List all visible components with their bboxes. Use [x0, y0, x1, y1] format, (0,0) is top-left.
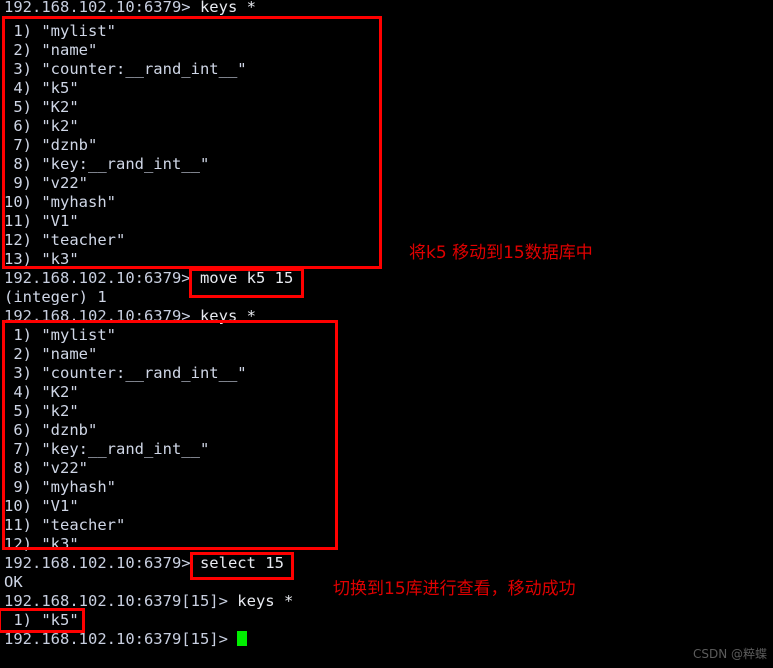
terminal-line: 12) "teacher" [4, 231, 126, 249]
csdn-watermark: CSDN @粹蝶 [692, 647, 767, 661]
terminal-line: 6) "k2" [4, 117, 79, 135]
terminal-line: 11) "teacher" [4, 516, 126, 534]
terminal-line: 13) "k3" [4, 250, 79, 268]
terminal-line: 1) "k5" [4, 611, 79, 629]
shell-command: keys * [190, 307, 256, 325]
shell-command: keys * [190, 0, 256, 16]
shell-command: keys * [227, 592, 294, 610]
shell-prompt: 192.168.102.10:6379[15]> [4, 592, 228, 610]
annotation-select: 切换到15库进行查看，移动成功 [333, 579, 576, 599]
terminal-line: 192.168.102.10:6379[15]> keys * [4, 592, 293, 611]
shell-prompt: 192.168.102.10:6379> [4, 307, 191, 325]
shell-prompt: 192.168.102.10:6379> [4, 0, 191, 16]
terminal-line: 8) "v22" [4, 459, 88, 477]
terminal-line: 1) "mylist" [4, 22, 116, 40]
terminal-line: 192.168.102.10:6379> keys * [4, 0, 256, 17]
shell-prompt: 192.168.102.10:6379> [4, 554, 191, 572]
terminal-line: 2) "name" [4, 345, 98, 363]
terminal-line: 12) "k3" [4, 535, 79, 553]
terminal-line: 3) "counter:__rand_int__" [4, 60, 247, 78]
terminal-line: 2) "name" [4, 41, 98, 59]
terminal-line: 10) "V1" [4, 497, 79, 515]
terminal-line: 6) "dznb" [4, 421, 98, 439]
shell-command [228, 630, 237, 648]
terminal-line: 192.168.102.10:6379> keys * [4, 307, 256, 326]
shell-prompt: 192.168.102.10:6379[15]> [4, 630, 228, 648]
terminal-line: 8) "key:__rand_int__" [4, 155, 210, 173]
terminal-line: 7) "dznb" [4, 136, 98, 154]
terminal-line: 1) "mylist" [4, 326, 116, 344]
terminal-line: 192.168.102.10:6379> select 15 [4, 554, 284, 573]
terminal-line: 192.168.102.10:6379> move k5 15 [4, 269, 293, 288]
shell-command-select: select 15 [190, 554, 284, 572]
terminal-line-active[interactable]: 192.168.102.10:6379[15]> [4, 630, 248, 649]
text-cursor [237, 631, 248, 646]
terminal-line: OK [4, 573, 23, 591]
terminal-line: 11) "V1" [4, 212, 79, 230]
terminal-line: 9) "myhash" [4, 478, 116, 496]
terminal-line: (integer) 1 [4, 288, 107, 306]
terminal-line: 10) "myhash" [4, 193, 116, 211]
shell-prompt: 192.168.102.10:6379> [4, 269, 191, 287]
terminal-window[interactable]: 192.168.102.10:6379> keys * 1) "mylist" … [0, 0, 773, 668]
annotation-move: 将k5 移动到15数据库中 [409, 243, 593, 263]
terminal-line: 9) "v22" [4, 174, 88, 192]
terminal-line: 3) "counter:__rand_int__" [4, 364, 247, 382]
shell-command-move: move k5 15 [190, 269, 294, 287]
terminal-line: 4) "k5" [4, 79, 79, 97]
terminal-line: 5) "K2" [4, 98, 79, 116]
terminal-line: 4) "K2" [4, 383, 79, 401]
terminal-line: 5) "k2" [4, 402, 79, 420]
terminal-line: 7) "key:__rand_int__" [4, 440, 210, 458]
